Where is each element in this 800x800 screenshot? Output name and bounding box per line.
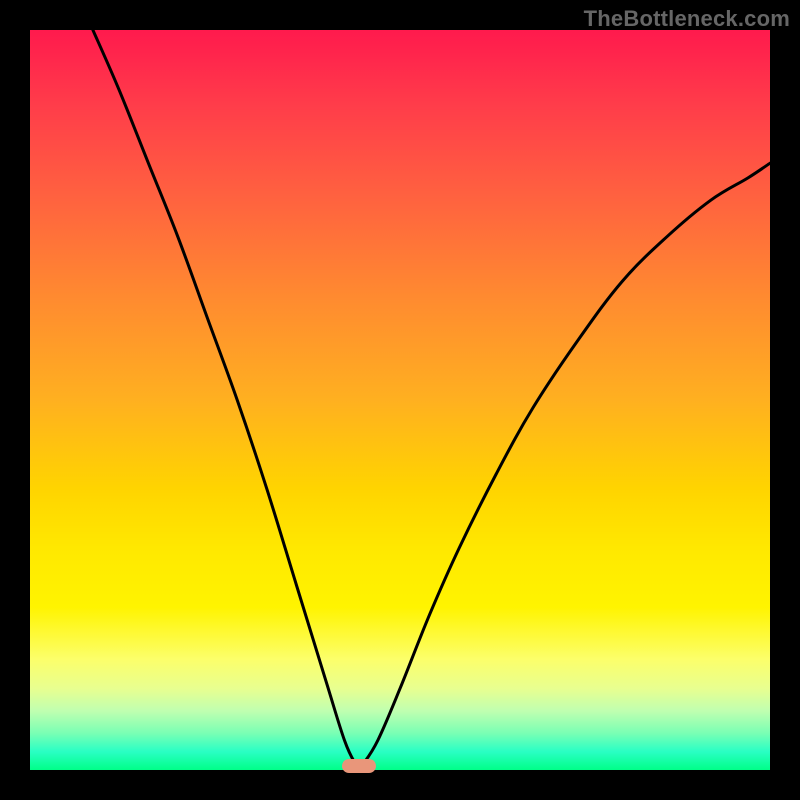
chart-frame: TheBottleneck.com — [0, 0, 800, 800]
notch-curve — [93, 30, 770, 767]
curve-layer — [30, 30, 770, 770]
min-marker — [342, 759, 376, 773]
plot-area — [30, 30, 770, 770]
watermark-text: TheBottleneck.com — [584, 6, 790, 32]
